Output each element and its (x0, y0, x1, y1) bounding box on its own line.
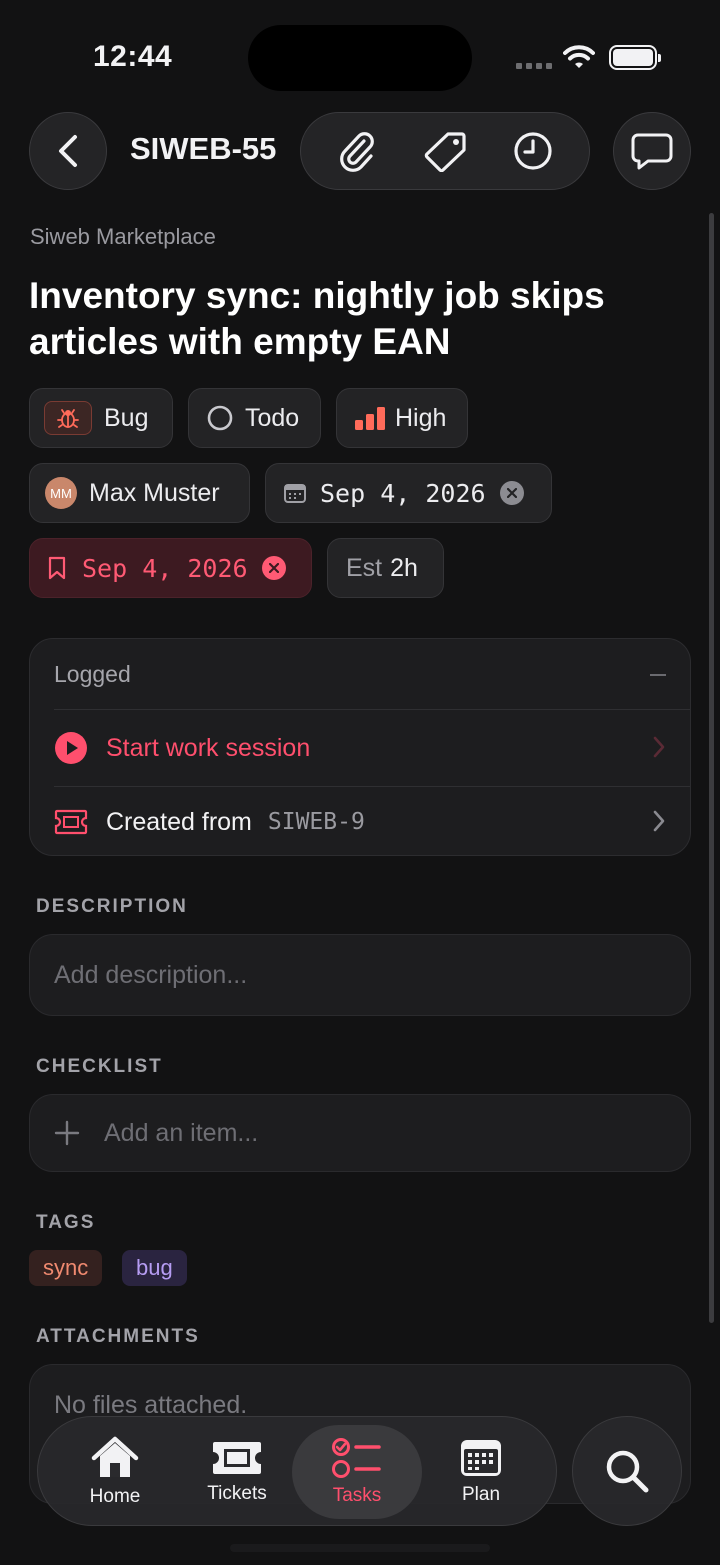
tab-home[interactable]: Home (50, 1417, 180, 1527)
clear-start-date-button[interactable] (499, 481, 524, 505)
estimate-label: Est (346, 553, 383, 582)
tab-plan[interactable]: Plan (416, 1417, 546, 1527)
tags-heading: TAGS (36, 1212, 96, 1233)
dynamic-island (248, 25, 472, 91)
start-date-chip[interactable]: Sep 4, 2026 (265, 463, 552, 523)
priority-label: High (395, 403, 447, 432)
assignee-chip[interactable]: MM Max Muster (29, 463, 250, 523)
priority-bars-icon (355, 407, 385, 430)
logged-heading: Logged (54, 661, 131, 687)
tag-icon (424, 132, 466, 172)
clock-icon (514, 132, 552, 170)
start-work-session-label: Start work session (106, 733, 311, 762)
bookmark-icon (48, 556, 66, 580)
comments-button[interactable] (613, 112, 691, 190)
close-icon (506, 488, 517, 498)
type-chip[interactable]: Bug (29, 388, 173, 448)
search-icon (606, 1450, 649, 1493)
status-chip[interactable]: Todo (188, 388, 321, 448)
collapse-icon[interactable] (650, 674, 666, 676)
logged-card: Logged Start work session Created from S… (29, 638, 691, 856)
checklist-heading: CHECKLIST (36, 1056, 163, 1077)
avatar: MM (45, 477, 77, 509)
toolbar-pill (300, 112, 590, 190)
estimate-chip[interactable]: Est 2h (327, 538, 444, 598)
ticket-icon (54, 809, 88, 835)
assignee-name: Max Muster (89, 478, 220, 507)
calendar-icon (284, 484, 306, 503)
description-placeholder: Add description... (54, 960, 248, 989)
wifi-icon (563, 45, 595, 68)
bug-icon (44, 401, 92, 435)
clear-due-date-button[interactable] (261, 556, 286, 580)
tab-home-label: Home (89, 1486, 141, 1507)
checklist-placeholder: Add an item... (104, 1118, 259, 1147)
tab-plan-label: Plan (461, 1484, 501, 1505)
tag-sync[interactable]: sync (29, 1250, 103, 1286)
checklist-add-input[interactable]: Add an item... (29, 1094, 691, 1172)
ticket-title[interactable]: Inventory sync: nightly job skips articl… (29, 273, 669, 365)
project-name: Siweb Marketplace (30, 224, 216, 249)
status-time: 12:44 (93, 40, 173, 73)
close-icon (268, 563, 279, 573)
tab-tickets-label: Tickets (207, 1483, 267, 1504)
priority-chip[interactable]: High (336, 388, 468, 448)
status-circle-icon (207, 405, 233, 431)
ticket-id: SIWEB-55 (130, 131, 277, 166)
status-label: Todo (245, 403, 300, 432)
due-date-label: Sep 4, 2026 (82, 553, 248, 583)
search-button[interactable] (572, 1416, 682, 1526)
created-from-ticket[interactable]: SIWEB-9 (268, 809, 365, 835)
description-heading: DESCRIPTION (36, 896, 188, 917)
tasks-icon (332, 1438, 381, 1478)
home-indicator (230, 1544, 490, 1552)
paperclip-icon (340, 132, 374, 172)
due-date-chip[interactable]: Sep 4, 2026 (29, 538, 312, 598)
battery-icon (609, 45, 661, 70)
signal-icon (516, 63, 552, 69)
tab-bar: Home Tickets Tasks Plan (37, 1416, 557, 1526)
type-label: Bug (104, 403, 149, 432)
tag-button[interactable] (415, 121, 475, 181)
tab-tickets[interactable]: Tickets (172, 1417, 302, 1527)
home-icon (91, 1436, 139, 1477)
chevron-right-icon (653, 736, 665, 758)
back-button[interactable] (29, 112, 107, 190)
created-from-label: Created from (106, 807, 252, 836)
ticket-icon (213, 1442, 261, 1474)
estimate-value: 2h (390, 553, 418, 582)
plus-icon (54, 1120, 80, 1146)
chevron-left-icon (59, 135, 77, 167)
tag-bug[interactable]: bug (122, 1250, 187, 1286)
created-from-row[interactable]: Created from SIWEB-9 (54, 784, 666, 860)
attach-button[interactable] (327, 121, 387, 181)
calendar-icon (461, 1440, 501, 1476)
speech-bubble-icon (631, 133, 673, 170)
attachments-heading: ATTACHMENTS (36, 1326, 200, 1347)
history-button[interactable] (503, 121, 563, 181)
play-icon (55, 732, 87, 764)
start-work-session-row[interactable]: Start work session (54, 710, 666, 786)
tab-tasks-label: Tasks (332, 1485, 382, 1506)
scrollbar[interactable] (709, 213, 714, 1323)
start-date-label: Sep 4, 2026 (320, 478, 486, 508)
chevron-right-icon (653, 810, 665, 832)
tab-tasks[interactable]: Tasks (292, 1425, 422, 1519)
description-input[interactable]: Add description... (29, 934, 691, 1016)
